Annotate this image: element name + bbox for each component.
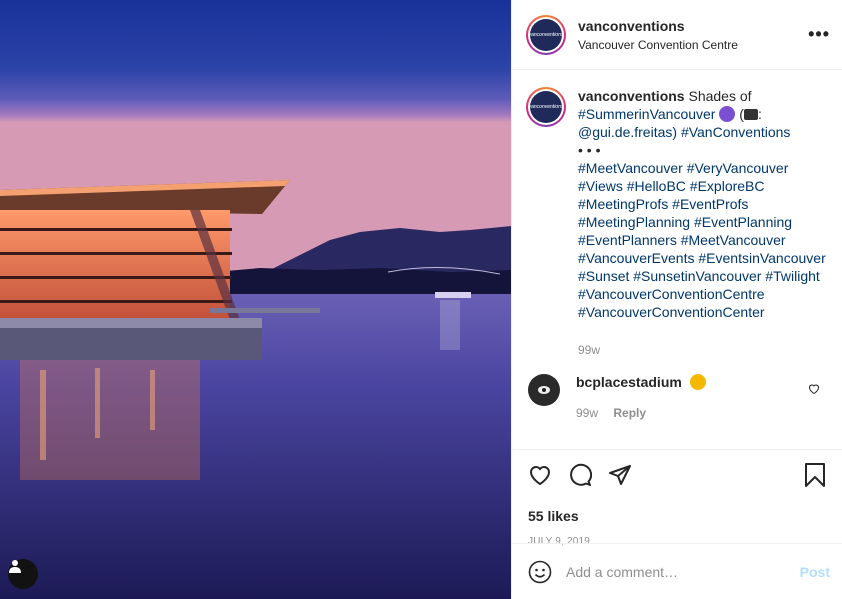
caption-username[interactable]: vanconventions — [578, 88, 685, 104]
commenter-avatar[interactable] — [528, 374, 560, 406]
emoji-icon[interactable] — [528, 560, 552, 584]
caption-time[interactable]: 99w — [578, 341, 828, 359]
commenter-username[interactable]: bcplacestadium — [576, 374, 682, 390]
post-header: vanconventions vanconventions Vancouver … — [512, 0, 842, 70]
hashtag-line[interactable]: #Sunset #SunsetinVancouver #Twilight — [578, 267, 828, 285]
eye-logo-icon — [538, 386, 550, 394]
instagram-post-modal: vanconventions vanconventions Vancouver … — [0, 0, 842, 599]
add-comment-bar: Post — [512, 543, 842, 599]
bookmark-icon[interactable] — [804, 463, 826, 487]
more-options-icon[interactable]: ••• — [808, 24, 830, 45]
caption-text: Shades of — [688, 88, 752, 104]
likes-count[interactable]: 55 likes — [528, 508, 826, 524]
post-comment-button[interactable]: Post — [800, 564, 830, 580]
hashtag-line[interactable]: #VancouverConventionCentre — [578, 285, 828, 303]
share-icon[interactable] — [608, 463, 632, 487]
heart-small-icon[interactable] — [808, 383, 820, 395]
mention-photographer[interactable]: @gui.de.freitas) — [578, 124, 677, 140]
comment-time[interactable]: 99w — [576, 406, 598, 420]
purple-heart-emoji-icon — [719, 106, 736, 122]
comment-item: bcplacestadium 99w Reply — [512, 359, 842, 420]
post-photo[interactable] — [0, 0, 511, 599]
photo-scene — [0, 0, 511, 599]
heart-icon[interactable] — [528, 463, 552, 487]
author-avatar-logo: vanconventions — [529, 18, 563, 51]
reply-button[interactable]: Reply — [613, 406, 646, 420]
post-sidebar: vanconventions vanconventions Vancouver … — [511, 0, 842, 599]
post-actions: 55 likes JULY 9, 2019 — [512, 449, 842, 547]
comment-icon[interactable] — [568, 463, 592, 487]
hashtag-line[interactable]: #Views #HelloBC #ExploreBC — [578, 177, 828, 195]
user-tag-button[interactable] — [8, 559, 38, 589]
post-location[interactable]: Vancouver Convention Centre — [578, 38, 808, 52]
caption-avatar[interactable]: vanconventions — [526, 87, 566, 127]
hashtag-summerinvancouver[interactable]: #SummerinVancouver — [578, 106, 715, 122]
caption-body: vanconventions Shades of #SummerinVancou… — [578, 87, 828, 359]
comment-input[interactable] — [566, 563, 800, 580]
author-username[interactable]: vanconventions — [578, 18, 808, 34]
author-avatar[interactable]: vanconventions — [526, 14, 566, 55]
caption: vanconventions vanconventions Shades of … — [512, 70, 842, 359]
hashtag-line[interactable]: #VancouverEvents #EventsinVancouver — [578, 249, 828, 267]
caption-avatar-logo: vanconventions — [529, 91, 563, 123]
camera-emoji-icon — [743, 109, 758, 120]
hashtag-line[interactable]: #MeetVancouver #VeryVancouver — [578, 159, 828, 177]
hashtag-line[interactable]: #VancouverConventionCenter — [578, 303, 828, 321]
user-tag-icon — [9, 560, 21, 573]
star-struck-emoji-icon — [689, 374, 706, 390]
hashtag-line[interactable]: #MeetingPlanning #EventPlanning — [578, 213, 828, 231]
caption-dots: • • • — [578, 142, 601, 158]
hashtag-line[interactable]: #EventPlanners #MeetVancouver — [578, 231, 828, 249]
hashtag-vanconventions[interactable]: #VanConventions — [681, 124, 790, 140]
hashtag-line[interactable]: #MeetingProfs #EventProfs — [578, 195, 828, 213]
